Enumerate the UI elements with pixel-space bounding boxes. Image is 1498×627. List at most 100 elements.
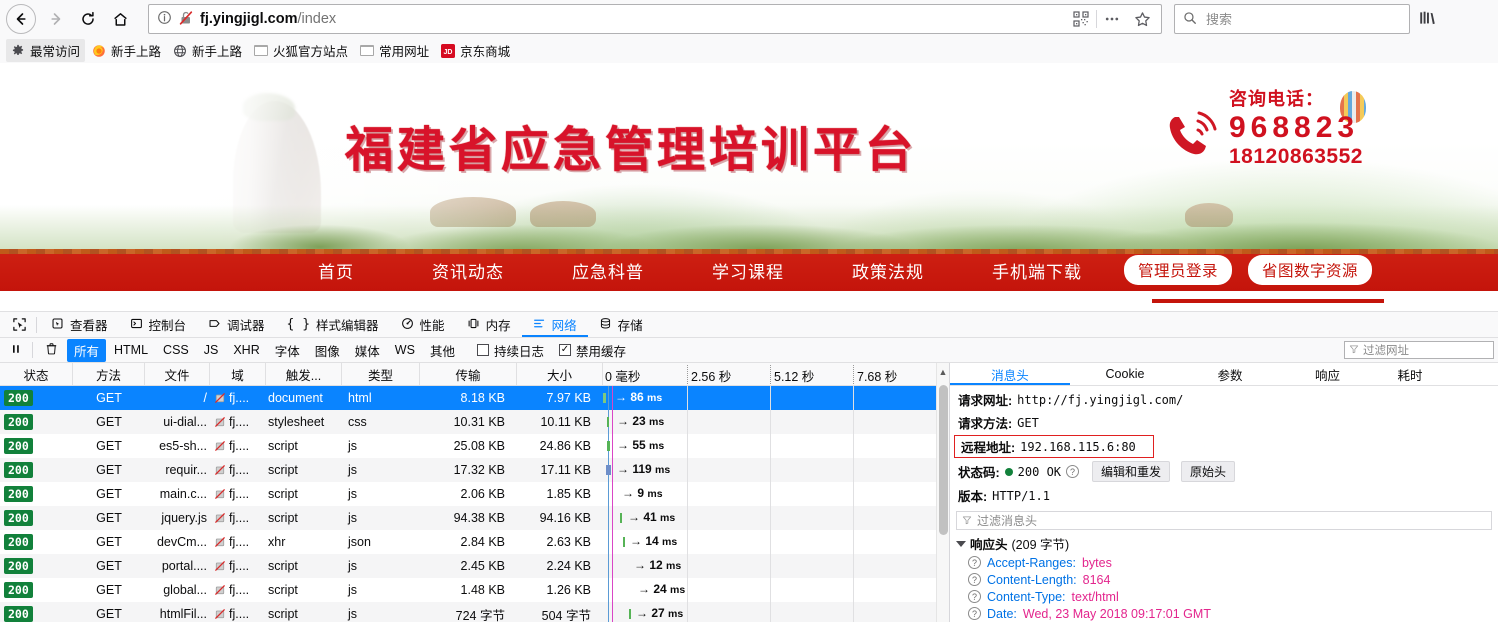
filter-xhr[interactable]: XHR: [226, 341, 266, 359]
column-header-timeline[interactable]: 0 毫秒 2.56 秒 5.12 秒 7.68 秒: [603, 363, 949, 386]
tab-console[interactable]: 控制台: [119, 312, 198, 337]
nav-item-science[interactable]: 应急科普: [566, 258, 650, 283]
table-row[interactable]: 200 GET htmlFil... fj.... script js 724 字节 504 …: [0, 602, 949, 622]
filter-js[interactable]: JS: [197, 341, 226, 359]
table-row[interactable]: 200 GET devCm... fj.... xhr json 2.84 KB 2.63 K…: [0, 530, 949, 554]
request-detail-panel: 消息头 Cookie 参数 响应 耗时 请求网址: http://fj.ying…: [950, 363, 1498, 622]
column-header-size[interactable]: 大小: [517, 363, 603, 386]
filter-fonts[interactable]: 字体: [268, 339, 307, 362]
filter-ws[interactable]: WS: [388, 341, 422, 359]
tab-performance[interactable]: 性能: [390, 312, 456, 337]
tab-memory[interactable]: 内存: [456, 312, 522, 337]
nav-item-news[interactable]: 资讯动态: [426, 258, 510, 283]
bookmark-common-sites[interactable]: 常用网址: [355, 39, 434, 62]
timeline-bar: [603, 393, 606, 403]
url-bar[interactable]: fj.yingjigl.com/index: [148, 4, 1162, 34]
column-header-transferred[interactable]: 传输: [420, 363, 517, 386]
nav-item-mobile-download[interactable]: 手机端下载: [986, 258, 1088, 283]
edit-and-resend-button[interactable]: 编辑和重发: [1092, 461, 1171, 482]
bookmark-getting-started[interactable]: 新手上路: [168, 39, 247, 62]
table-row[interactable]: 200 GET / fj.... document html 8.18 KB 7.97 KB →…: [0, 386, 949, 410]
library-resources-button[interactable]: 省图数字资源: [1248, 255, 1373, 285]
cause-cell: script: [268, 559, 298, 573]
detail-tab-headers[interactable]: 消息头: [950, 363, 1070, 385]
column-header-file[interactable]: 文件: [145, 363, 210, 386]
transferred-cell: 2.84 KB: [460, 535, 505, 549]
persist-logs-checkbox[interactable]: 持续日志: [476, 341, 544, 360]
column-header-domain[interactable]: 域: [210, 363, 266, 386]
transferred-cell: 94.38 KB: [453, 511, 505, 525]
tab-network[interactable]: 网络: [522, 312, 588, 337]
library-icon[interactable]: [1418, 9, 1436, 30]
table-row[interactable]: 200 GET global... fj.... script js 1.48 KB 1.26…: [0, 578, 949, 602]
table-row[interactable]: 200 GET jquery.js fj.... script js 94.38 KB 94.…: [0, 506, 949, 530]
browser-search-box[interactable]: [1174, 4, 1410, 34]
tab-style-editor[interactable]: { } 样式编辑器: [276, 312, 390, 337]
response-headers-section-title[interactable]: 响应头 (209 字节): [950, 533, 1498, 554]
help-icon[interactable]: ?: [968, 607, 981, 620]
page-actions-icon[interactable]: [1097, 5, 1127, 33]
nav-item-home[interactable]: 首页: [312, 258, 360, 283]
bookmark-jd-mall[interactable]: JD 京东商城: [436, 39, 515, 62]
filter-other[interactable]: 其他: [423, 339, 462, 362]
pause-icon[interactable]: [8, 343, 28, 358]
help-icon[interactable]: ?: [1066, 465, 1080, 478]
scroll-up-icon[interactable]: ▲: [937, 367, 949, 377]
request-list-scrollbar[interactable]: ▲: [936, 363, 949, 622]
table-row[interactable]: 200 GET es5-sh... fj.... script js 25.08 KB 24.…: [0, 434, 949, 458]
http-version-label: 版本:: [958, 490, 988, 504]
tab-debugger[interactable]: 调试器: [197, 312, 276, 337]
back-button[interactable]: [6, 4, 36, 34]
scrollbar-thumb[interactable]: [939, 385, 948, 535]
column-header-cause[interactable]: 触发...: [266, 363, 342, 386]
raw-headers-button[interactable]: 原始头: [1181, 461, 1236, 482]
help-icon[interactable]: ?: [968, 590, 981, 603]
nav-item-policies[interactable]: 政策法规: [846, 258, 930, 283]
table-row[interactable]: 200 GET requir... fj.... script js 17.32 KB 17.…: [0, 458, 949, 482]
filter-media[interactable]: 媒体: [348, 339, 387, 362]
bookmark-most-visited[interactable]: 最常访问: [6, 39, 86, 62]
bookmark-firefox-getting-started[interactable]: 新手上路: [87, 39, 166, 62]
url-filter-input[interactable]: 过滤网址: [1344, 341, 1494, 359]
help-icon[interactable]: ?: [968, 573, 981, 586]
filter-css[interactable]: CSS: [156, 341, 196, 359]
filter-images[interactable]: 图像: [308, 339, 347, 362]
header-filter-input[interactable]: 过滤消息头: [956, 511, 1492, 530]
detail-tab-timings[interactable]: 耗时: [1375, 363, 1445, 385]
column-header-status[interactable]: 状态: [0, 363, 73, 386]
bookmark-label: 常用网址: [379, 45, 430, 59]
column-header-method[interactable]: 方法: [73, 363, 145, 386]
reload-button[interactable]: [72, 4, 104, 34]
tab-storage[interactable]: 存储: [588, 312, 654, 337]
filter-all[interactable]: 所有: [67, 338, 107, 362]
page-info-icon[interactable]: [157, 10, 172, 28]
phone-icon: [1165, 111, 1219, 166]
table-row[interactable]: 200 GET portal.... fj.... script js 2.45 KB 2.2…: [0, 554, 949, 578]
insecure-connection-icon[interactable]: [178, 10, 194, 29]
tab-inspector[interactable]: 查看器: [40, 312, 119, 337]
column-header-type[interactable]: 类型: [342, 363, 420, 386]
phone-number-sub: 18120863552: [1229, 144, 1363, 168]
response-headers-label: 响应头: [970, 538, 1008, 552]
url-text[interactable]: fj.yingjigl.com/index: [194, 11, 1066, 27]
bookmark-star-icon[interactable]: [1127, 5, 1157, 33]
qrcode-icon[interactable]: [1066, 5, 1096, 33]
detail-tab-params[interactable]: 参数: [1180, 363, 1280, 385]
search-input[interactable]: [1204, 10, 1401, 28]
home-button[interactable]: [104, 4, 136, 34]
cause-cell: script: [268, 487, 298, 501]
folder-icon: [360, 45, 375, 56]
nav-item-courses[interactable]: 学习课程: [706, 258, 790, 283]
detail-tab-cookies[interactable]: Cookie: [1070, 363, 1180, 385]
filter-html[interactable]: HTML: [107, 341, 155, 359]
disable-cache-checkbox[interactable]: ✓ 禁用缓存: [558, 341, 626, 360]
bookmark-firefox-official-site[interactable]: 火狐官方站点: [249, 39, 353, 62]
admin-login-button[interactable]: 管理员登录: [1124, 255, 1233, 285]
element-picker-icon[interactable]: [5, 317, 33, 332]
help-icon[interactable]: ?: [968, 556, 981, 569]
detail-tab-response[interactable]: 响应: [1280, 363, 1375, 385]
table-row[interactable]: 200 GET ui-dial... fj.... stylesheet css 10.31…: [0, 410, 949, 434]
clear-icon[interactable]: [37, 342, 66, 358]
forward-button[interactable]: [40, 4, 72, 34]
table-row[interactable]: 200 GET main.c... fj.... script js 2.06 KB 1.85…: [0, 482, 949, 506]
